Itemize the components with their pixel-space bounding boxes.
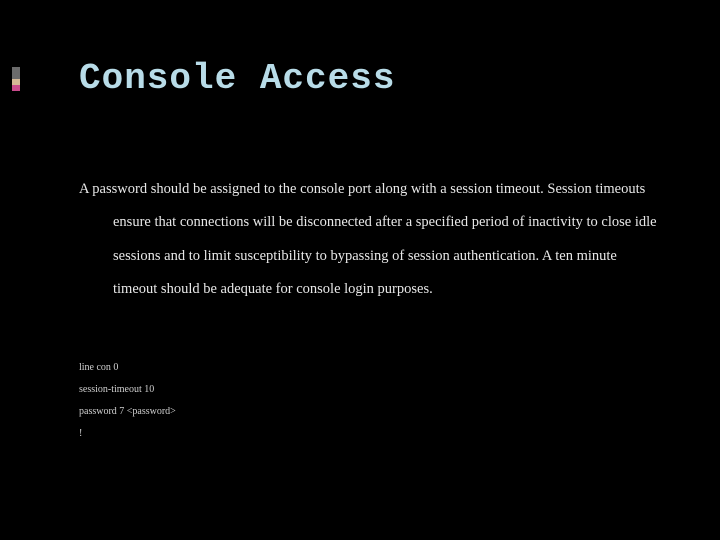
code-line-4: ! (79, 423, 176, 445)
code-line-2: session-timeout 10 (79, 379, 176, 401)
accent-bar-segment-bottom (12, 85, 20, 91)
slide-body-text: A password should be assigned to the con… (79, 173, 659, 306)
code-block: line con 0 session-timeout 10 password 7… (79, 357, 176, 445)
code-line-3: password 7 <password> (79, 401, 176, 423)
accent-bar-segment-top (12, 67, 20, 79)
code-line-1: line con 0 (79, 357, 176, 379)
slide-container: Console Access A password should be assi… (0, 0, 720, 540)
accent-bar (12, 67, 20, 91)
slide-title: Console Access (79, 58, 395, 99)
